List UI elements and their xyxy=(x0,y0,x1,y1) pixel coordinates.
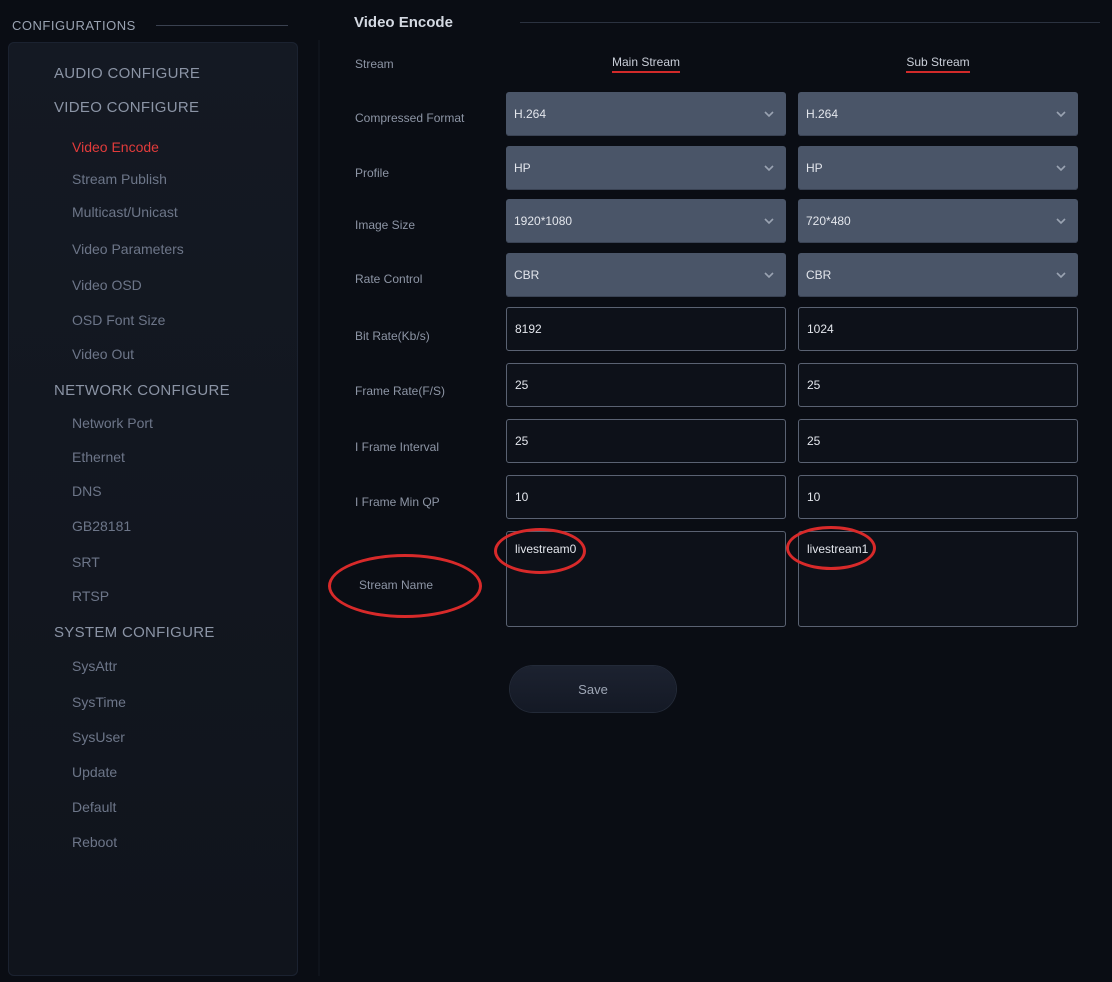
sidebar-item-osd-font-size[interactable]: OSD Font Size xyxy=(72,312,165,328)
main-compressed-format-select[interactable]: H.264 xyxy=(506,92,786,136)
sidebar-header-divider xyxy=(155,24,288,26)
sidebar-item-video-configure[interactable]: VIDEO CONFIGURE xyxy=(54,99,199,116)
main-rate-control-select[interactable]: CBR xyxy=(506,253,786,297)
chevron-down-icon xyxy=(764,111,774,118)
sub-frame-rate-value: 25 xyxy=(807,378,821,392)
sidebar-item-sysuser[interactable]: SysUser xyxy=(72,729,125,745)
sidebar-item-ethernet[interactable]: Ethernet xyxy=(72,449,125,465)
sidebar-item-audio-configure[interactable]: AUDIO CONFIGURE xyxy=(54,65,200,82)
page-title: Video Encode xyxy=(354,14,453,31)
sidebar-item-video-osd[interactable]: Video OSD xyxy=(72,277,142,293)
main-image-size-value: 1920*1080 xyxy=(514,214,573,228)
sub-iframe-min-qp-value: 10 xyxy=(807,490,821,504)
sidebar-item-video-parameters[interactable]: Video Parameters xyxy=(72,241,184,257)
main-frame-rate-input[interactable]: 25 xyxy=(506,363,786,407)
main-frame-rate-value: 25 xyxy=(515,378,529,392)
sidebar-item-srt[interactable]: SRT xyxy=(72,554,100,570)
sub-profile-select[interactable]: HP xyxy=(798,146,1078,190)
sidebar-item-update[interactable]: Update xyxy=(72,764,117,780)
sidebar-title: CONFIGURATIONS xyxy=(12,17,136,33)
iframe-interval-label: I Frame Interval xyxy=(355,440,440,454)
sidebar-item-network-configure[interactable]: NETWORK CONFIGURE xyxy=(54,382,230,399)
sub-image-size-value: 720*480 xyxy=(806,214,851,228)
sidebar-item-multicast-unicast[interactable]: Multicast/Unicast xyxy=(72,204,178,220)
sub-image-size-select[interactable]: 720*480 xyxy=(798,199,1078,243)
chevron-down-icon xyxy=(764,272,774,279)
main-iframe-min-qp-value: 10 xyxy=(515,490,529,504)
main-iframe-min-qp-input[interactable]: 10 xyxy=(506,475,786,519)
main-profile-select[interactable]: HP xyxy=(506,146,786,190)
rate-control-label: Rate Control xyxy=(355,272,423,286)
sub-iframe-interval-input[interactable]: 25 xyxy=(798,419,1078,463)
sub-stream-name-value: livestream1 xyxy=(807,542,869,556)
sidebar-item-gb28181[interactable]: GB28181 xyxy=(72,518,131,534)
sidebar-item-sysattr[interactable]: SysAttr xyxy=(72,658,117,674)
sidebar-item-dns[interactable]: DNS xyxy=(72,483,102,499)
main-image-size-select[interactable]: 1920*1080 xyxy=(506,199,786,243)
main-profile-value: HP xyxy=(514,161,531,175)
sub-compressed-format-select[interactable]: H.264 xyxy=(798,92,1078,136)
main-bit-rate-value: 8192 xyxy=(515,322,542,336)
profile-label: Profile xyxy=(355,166,390,180)
iframe-min-qp-label: I Frame Min QP xyxy=(355,495,440,509)
sidebar-item-network-port[interactable]: Network Port xyxy=(72,415,153,431)
sub-compressed-format-value: H.264 xyxy=(806,107,839,121)
sub-stream-label: Sub Stream xyxy=(906,55,970,73)
chevron-down-icon xyxy=(1056,218,1066,225)
sidebar-item-reboot[interactable]: Reboot xyxy=(72,834,117,850)
sub-bit-rate-value: 1024 xyxy=(807,322,834,336)
frame-rate-label: Frame Rate(F/S) xyxy=(355,384,446,398)
sub-rate-control-select[interactable]: CBR xyxy=(798,253,1078,297)
sidebar-item-rtsp[interactable]: RTSP xyxy=(72,588,109,604)
main-compressed-format-value: H.264 xyxy=(514,107,547,121)
compressed-format-label: Compressed Format xyxy=(355,111,465,125)
sub-bit-rate-input[interactable]: 1024 xyxy=(798,307,1078,351)
sub-iframe-min-qp-input[interactable]: 10 xyxy=(798,475,1078,519)
sub-frame-rate-input[interactable]: 25 xyxy=(798,363,1078,407)
main-iframe-interval-value: 25 xyxy=(515,434,529,448)
chevron-down-icon xyxy=(1056,165,1066,172)
chevron-down-icon xyxy=(1056,272,1066,279)
sub-profile-value: HP xyxy=(806,161,823,175)
chevron-down-icon xyxy=(764,165,774,172)
sidebar-item-default[interactable]: Default xyxy=(72,799,116,815)
sidebar-item-system-configure[interactable]: SYSTEM CONFIGURE xyxy=(54,624,215,641)
sidebar-item-video-encode[interactable]: Video Encode xyxy=(72,139,159,155)
chevron-down-icon xyxy=(764,218,774,225)
sub-stream-name-textarea[interactable]: livestream1 xyxy=(798,531,1078,627)
sub-iframe-interval-value: 25 xyxy=(807,434,821,448)
sidebar: AUDIO CONFIGURE VIDEO CONFIGURE Video Enco… xyxy=(8,42,298,976)
sub-stream-header: Sub Stream xyxy=(798,55,1078,73)
main-stream-header: Main Stream xyxy=(506,55,786,73)
main-stream-name-textarea[interactable]: livestream0 xyxy=(506,531,786,627)
image-size-label: Image Size xyxy=(355,218,416,232)
main-iframe-interval-input[interactable]: 25 xyxy=(506,419,786,463)
stream-name-label: Stream Name xyxy=(359,578,434,592)
sidebar-item-video-out[interactable]: Video Out xyxy=(72,346,134,362)
title-divider xyxy=(520,22,1100,23)
main-rate-control-value: CBR xyxy=(514,268,540,282)
main-stream-label: Main Stream xyxy=(611,55,681,73)
chevron-down-icon xyxy=(1056,111,1066,118)
sidebar-header: CONFIGURATIONS xyxy=(8,12,298,38)
main-bit-rate-input[interactable]: 8192 xyxy=(506,307,786,351)
stream-label: Stream xyxy=(355,57,394,71)
save-button[interactable]: Save xyxy=(510,666,676,712)
bit-rate-label: Bit Rate(Kb/s) xyxy=(355,329,430,343)
panel-divider xyxy=(318,40,320,976)
sidebar-item-stream-publish[interactable]: Stream Publish xyxy=(72,171,167,187)
sidebar-item-systime[interactable]: SysTime xyxy=(72,694,126,710)
sub-rate-control-value: CBR xyxy=(806,268,832,282)
main-stream-name-value: livestream0 xyxy=(515,542,577,556)
